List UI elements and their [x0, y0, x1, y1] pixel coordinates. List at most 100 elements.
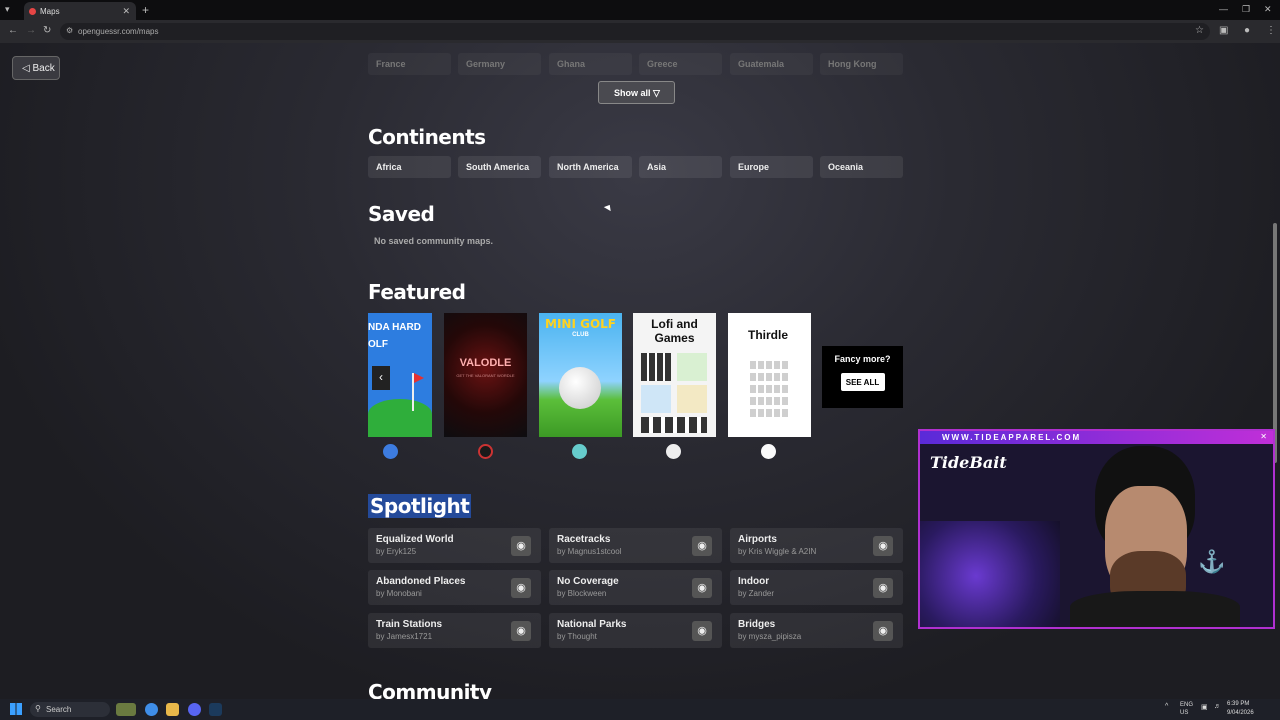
- spotlight-card[interactable]: Equalized World by Eryk125 ◉: [368, 528, 541, 563]
- play-icon[interactable]: ◉: [692, 578, 712, 598]
- address-bar[interactable]: ⚙ openguessr.com/maps: [60, 23, 1210, 40]
- file-explorer-icon[interactable]: [166, 703, 179, 716]
- spotlight-card[interactable]: Indoor by Zander ◉: [730, 570, 903, 605]
- featured-icon-minigolf[interactable]: [572, 444, 587, 459]
- game-tile-shape: [641, 385, 671, 413]
- search-icon: ⚲: [35, 704, 41, 713]
- spotlight-card[interactable]: Train Stations by Jamesx1721 ◉: [368, 613, 541, 648]
- back-label: Back: [32, 63, 55, 74]
- play-icon[interactable]: ◉: [873, 536, 893, 556]
- play-icon[interactable]: ◉: [692, 621, 712, 641]
- featured-icon-valodle[interactable]: [478, 444, 493, 459]
- play-icon[interactable]: ◉: [511, 578, 531, 598]
- continent-north-america[interactable]: North America: [549, 156, 632, 178]
- restore-icon[interactable]: ❐: [1242, 4, 1250, 15]
- country-pill[interactable]: Guatemala: [730, 53, 813, 75]
- map-name: Train Stations: [376, 619, 443, 630]
- webcam-overlay: WWW.TIDEAPPAREL.COM TideBait ⚓ ✕: [918, 429, 1275, 629]
- play-icon[interactable]: ◉: [692, 536, 712, 556]
- grass-shape: [368, 399, 432, 437]
- clock-time[interactable]: 6:39 PM: [1227, 701, 1249, 707]
- continent-south-america[interactable]: South America: [458, 156, 541, 178]
- back-button[interactable]: ◁ Back: [12, 56, 60, 80]
- country-pill[interactable]: Ghana: [549, 53, 632, 75]
- continents-heading: Continents: [368, 125, 486, 149]
- featured-card-minigolf[interactable]: MINI GOLF CLUB: [539, 313, 622, 437]
- continent-oceania[interactable]: Oceania: [820, 156, 903, 178]
- bookmark-star-icon[interactable]: ☆: [1195, 25, 1204, 36]
- language-indicator[interactable]: ENG US: [1180, 701, 1193, 717]
- steam-icon[interactable]: [209, 703, 222, 716]
- clock-date[interactable]: 9/04/2026: [1227, 710, 1254, 716]
- country-pill[interactable]: Hong Kong: [820, 53, 903, 75]
- minimize-icon[interactable]: —: [1219, 4, 1228, 14]
- spotlight-card[interactable]: Abandoned Places by Monobani ◉: [368, 570, 541, 605]
- menu-kebab-icon[interactable]: ⋮: [1266, 25, 1276, 36]
- game-tile-shape: [641, 417, 707, 433]
- map-author: by Kris Wiggle & A2IN: [738, 547, 817, 556]
- featured-card-subtitle: CLUB: [572, 332, 589, 338]
- drumkit-backdrop: [920, 521, 1060, 627]
- play-icon[interactable]: ◉: [873, 578, 893, 598]
- spotlight-card[interactable]: Bridges by mysza_pipisza ◉: [730, 613, 903, 648]
- featured-card-thirdle[interactable]: Thirdle: [728, 313, 811, 437]
- play-icon[interactable]: ◉: [511, 621, 531, 641]
- country-pill[interactable]: Greece: [639, 53, 722, 75]
- featured-card-title: Lofi and Games: [651, 317, 698, 345]
- site-info-icon[interactable]: ⚙: [66, 26, 73, 35]
- discord-icon[interactable]: [188, 703, 201, 716]
- taskbar-search[interactable]: ⚲ Search: [30, 702, 110, 717]
- country-pill[interactable]: France: [368, 53, 451, 75]
- continent-asia[interactable]: Asia: [639, 156, 722, 178]
- spotlight-card[interactable]: No Coverage by Blockween ◉: [549, 570, 722, 605]
- back-arrow-icon[interactable]: ←: [8, 25, 18, 36]
- close-window-icon[interactable]: ✕: [1264, 4, 1272, 15]
- featured-card-lofi[interactable]: Lofi and Games: [633, 313, 716, 437]
- profile-avatar-icon[interactable]: ●: [1244, 25, 1250, 36]
- featured-icon-thirdle[interactable]: [761, 444, 776, 459]
- spotlight-card[interactable]: National Parks by Thought ◉: [549, 613, 722, 648]
- continent-africa[interactable]: Africa: [368, 156, 451, 178]
- map-author: by Thought: [557, 632, 597, 641]
- windows-start-icon[interactable]: [10, 703, 22, 715]
- game-tile-shape: [641, 353, 671, 381]
- letter-grid: [750, 359, 790, 417]
- anchor-icon: ⚓: [1198, 549, 1226, 574]
- browser-tab-strip: ▾ Maps ✕ + — ❐ ✕: [0, 0, 1280, 20]
- show-all-button[interactable]: Show all ▽: [598, 81, 675, 104]
- spotlight-card[interactable]: Racetracks by Magnus1stcool ◉: [549, 528, 722, 563]
- fancy-more-text: Fancy more?: [834, 354, 891, 364]
- featured-card-title: NDA HARD OLF: [368, 322, 421, 350]
- page-scrollbar[interactable]: [1273, 223, 1277, 463]
- continent-europe[interactable]: Europe: [730, 156, 813, 178]
- volume-icon[interactable]: ♬: [1214, 703, 1221, 710]
- close-tab-icon[interactable]: ✕: [122, 6, 130, 17]
- browser-tab[interactable]: Maps ✕: [24, 2, 136, 20]
- saved-empty-text: No saved community maps.: [374, 236, 494, 246]
- fancy-more-box: Fancy more? SEE ALL: [822, 346, 903, 408]
- map-author: by Magnus1stcool: [557, 547, 622, 556]
- map-name: Airports: [738, 534, 777, 545]
- new-tab-icon[interactable]: +: [142, 3, 149, 17]
- country-pill[interactable]: Germany: [458, 53, 541, 75]
- map-author: by Eryk125: [376, 547, 417, 556]
- extensions-icon[interactable]: ▣: [1219, 25, 1228, 36]
- forward-arrow-icon[interactable]: →: [26, 25, 36, 36]
- network-icon[interactable]: ▣: [1201, 703, 1208, 711]
- tray-chevron-icon[interactable]: ^: [1165, 703, 1168, 710]
- featured-card-valodle[interactable]: VALODLE GET THE VALORANT WORDLE: [444, 313, 527, 437]
- widgets-icon[interactable]: [116, 703, 136, 716]
- map-author: by Monobani: [376, 589, 422, 598]
- play-icon[interactable]: ◉: [511, 536, 531, 556]
- search-label: Search: [46, 705, 72, 714]
- featured-icon-lofi[interactable]: [666, 444, 681, 459]
- featured-heading: Featured: [368, 280, 466, 304]
- carousel-prev-button[interactable]: ‹: [372, 366, 390, 390]
- chrome-icon[interactable]: [145, 703, 158, 716]
- reload-icon[interactable]: ↻: [43, 25, 51, 36]
- tab-search-icon[interactable]: ▾: [5, 4, 10, 15]
- spotlight-card[interactable]: Airports by Kris Wiggle & A2IN ◉: [730, 528, 903, 563]
- see-all-button[interactable]: SEE ALL: [840, 373, 885, 391]
- featured-icon-golf[interactable]: [383, 444, 398, 459]
- play-icon[interactable]: ◉: [873, 621, 893, 641]
